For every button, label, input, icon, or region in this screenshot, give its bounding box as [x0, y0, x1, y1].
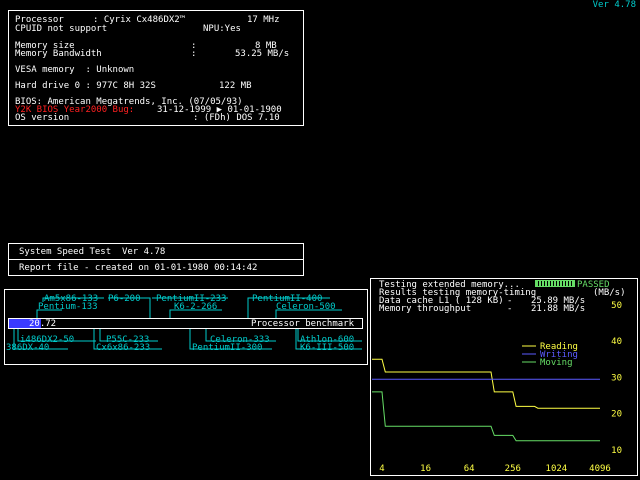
x-tick-label-1024: 1024	[546, 464, 568, 474]
x-tick-label-64: 64	[464, 464, 475, 474]
series-line-moving	[372, 391, 600, 442]
x-tick-label-256: 256	[505, 464, 521, 474]
legend-label-moving: Moving	[540, 358, 573, 368]
y-tick-label-30: 30	[611, 373, 622, 383]
x-tick-label-4: 4	[379, 464, 384, 474]
memory-timing-chart: 10203040504 16 64 256 1024 4096ReadingWriting…	[372, 301, 622, 474]
y-tick-label-20: 20	[611, 410, 622, 420]
y-tick-label-50: 50	[611, 301, 622, 311]
x-tick-label-4096: 4096	[589, 464, 611, 474]
y-tick-label-10: 10	[611, 446, 622, 456]
x-tick-label-16: 16	[420, 464, 431, 474]
y-tick-label-40: 40	[611, 337, 622, 347]
